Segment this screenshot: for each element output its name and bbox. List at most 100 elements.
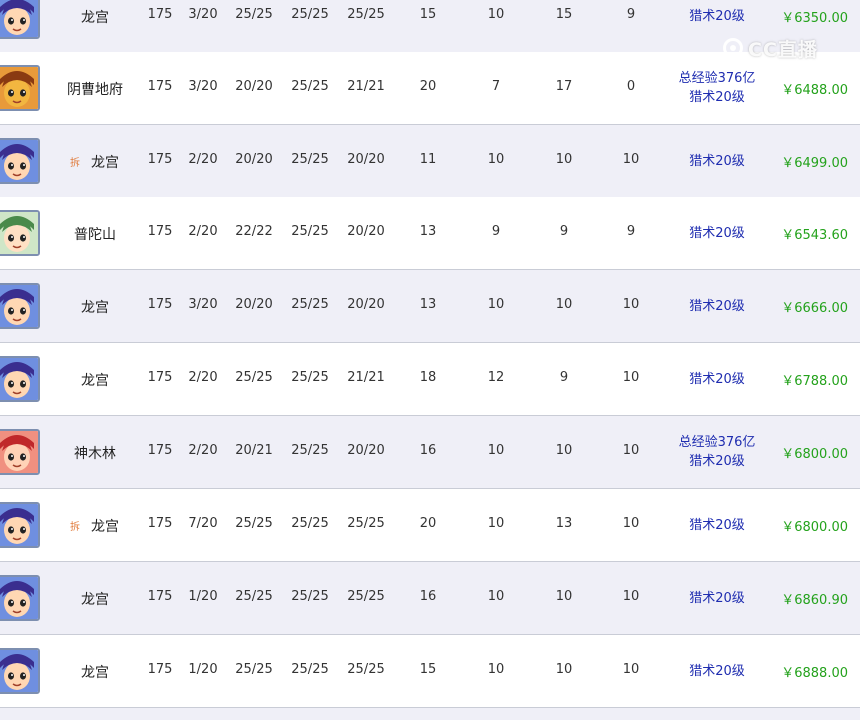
skill-line: 猎术20级 [689, 663, 745, 679]
school-name: 龙宫 [81, 665, 109, 681]
attribute-stat: 0 [626, 79, 636, 94]
listing-row[interactable]: 阴曹地府 175 3/20 20/20 25/25 21/21 20 7 17 0 总经验376亿猎… [0, 52, 860, 125]
attribute-stat: 10 [487, 297, 505, 312]
attribute-stat: 10 [622, 152, 640, 167]
cultivation-stat: 2/20 [188, 224, 218, 239]
cultivation-stat: 20/20 [347, 443, 385, 458]
price[interactable]: ￥6543.60 [781, 224, 848, 243]
skill-info: 总经验376亿 猎术20级 [679, 69, 756, 107]
cultivation-stat: 25/25 [291, 79, 329, 94]
skill-line: 猎术20级 [689, 90, 745, 105]
cultivation-stat: 25/25 [291, 443, 329, 458]
listing-row[interactable]: 拆龙宫 175 7/20 25/25 25/25 25/25 20 10 13 10 猎术20级 ￥6… [0, 489, 860, 562]
dragon-palace-avatar-icon [0, 0, 40, 39]
cultivation-stat: 1/20 [188, 589, 218, 604]
attribute-stat: 10 [622, 662, 640, 677]
attribute-stat: 10 [555, 152, 573, 167]
character-level: 175 [147, 370, 173, 385]
attribute-stat: 10 [622, 370, 640, 385]
dragon-palace-avatar-icon [0, 138, 40, 184]
attribute-stat: 15 [555, 7, 573, 22]
listing-row[interactable]: 神木林 175 2/20 20/21 25/25 20/20 16 10 10 10 总经验376亿… [0, 416, 860, 489]
skill-info: 猎术20级 [689, 224, 745, 243]
cultivation-stat: 25/25 [235, 516, 273, 531]
attribute-stat: 10 [487, 443, 505, 458]
cultivation-stat: 20/20 [235, 297, 273, 312]
skill-line: 猎术20级 [689, 454, 745, 469]
price[interactable]: ￥6800.00 [781, 443, 848, 462]
attribute-stat: 10 [487, 516, 505, 531]
cultivation-stat: 25/25 [291, 224, 329, 239]
listing-row[interactable]: 拆龙宫 175 2/20 20/20 25/25 20/20 11 10 10 10 猎术20级 ￥6… [0, 125, 860, 198]
price[interactable]: ￥6350.00 [781, 7, 848, 26]
skill-line: 总经验376亿 [678, 435, 756, 450]
price[interactable]: ￥6800.00 [781, 516, 848, 535]
price[interactable]: ￥6860.90 [781, 589, 848, 608]
attribute-stat: 10 [622, 589, 640, 604]
price[interactable]: ￥6788.00 [781, 370, 848, 389]
cultivation-stat: 25/25 [291, 297, 329, 312]
watermark: CC直播 [722, 34, 834, 62]
skill-line: 猎术20级 [689, 371, 745, 387]
attribute-stat: 15 [419, 662, 437, 677]
attribute-stat: 10 [555, 297, 573, 312]
underworld-avatar-icon [0, 65, 40, 111]
cultivation-stat: 25/25 [235, 589, 273, 604]
split-tag-badge: 拆 [70, 522, 80, 533]
attribute-stat: 9 [559, 370, 569, 385]
skill-line: 总经验376亿 [678, 71, 756, 86]
price[interactable]: ￥6499.00 [781, 152, 848, 171]
price[interactable]: ￥6888.00 [781, 662, 848, 681]
attribute-stat: 7 [491, 79, 501, 94]
dragon-palace-avatar-icon [0, 283, 40, 329]
attribute-stat: 13 [555, 516, 573, 531]
attribute-stat: 13 [419, 297, 437, 312]
dragon-palace-avatar-icon [0, 648, 40, 694]
price[interactable]: ￥6488.00 [781, 79, 848, 98]
school-name: 龙宫 [91, 519, 119, 535]
skill-info: 猎术20级 [689, 297, 745, 316]
cultivation-stat: 2/20 [188, 152, 218, 167]
character-level: 175 [147, 224, 173, 239]
listing-row[interactable]: 龙宫 175 1/20 25/25 25/25 25/25 16 10 10 10 猎术20级 ￥68… [0, 562, 860, 635]
price[interactable]: ￥6666.00 [781, 297, 848, 316]
attribute-stat: 10 [622, 297, 640, 312]
cultivation-stat: 25/25 [291, 662, 329, 677]
cultivation-stat: 20/20 [235, 152, 273, 167]
skill-info: 总经验376亿 猎术20级 [679, 433, 756, 471]
cultivation-stat: 25/25 [291, 152, 329, 167]
listing-page: 龙宫 175 3/20 25/25 25/25 25/25 15 10 15 9 猎术20级 ￥635… [0, 0, 860, 720]
attribute-stat: 20 [419, 79, 437, 94]
cc-live-logo-icon [723, 38, 743, 58]
school-name: 龙宫 [81, 300, 109, 316]
cultivation-stat: 25/25 [235, 370, 273, 385]
cultivation-stat: 25/25 [347, 516, 385, 531]
school-name: 神木林 [74, 446, 116, 462]
listing-row[interactable]: 龙宫 175 1/20 25/25 25/25 25/25 15 10 10 10 猎术20级 ￥68… [0, 635, 860, 708]
cultivation-stat: 25/25 [291, 589, 329, 604]
cultivation-stat: 7/20 [188, 516, 218, 531]
cultivation-stat: 25/25 [347, 7, 385, 22]
listing-row[interactable]: 龙宫 175 3/20 20/20 25/25 20/20 13 10 10 10 猎术20级 ￥66… [0, 270, 860, 343]
listing-row[interactable]: 普陀山 175 2/20 22/22 25/25 20/20 13 9 9 9 猎术20级 ￥6543… [0, 197, 860, 270]
cultivation-stat: 2/20 [188, 370, 218, 385]
attribute-stat: 13 [419, 224, 437, 239]
dragon-palace-avatar-icon [0, 502, 40, 548]
skill-info: 猎术20级 [689, 662, 745, 681]
cultivation-stat: 20/20 [347, 224, 385, 239]
attribute-stat: 10 [487, 152, 505, 167]
split-tag-badge: 拆 [70, 158, 80, 169]
character-level: 175 [147, 443, 173, 458]
skill-line: 猎术20级 [689, 590, 745, 606]
attribute-stat: 18 [419, 370, 437, 385]
attribute-stat: 10 [487, 7, 505, 22]
school-name: 龙宫 [81, 373, 109, 389]
school-name: 龙宫 [81, 592, 109, 608]
next-row-partial [0, 708, 860, 720]
cultivation-stat: 3/20 [188, 7, 218, 22]
cultivation-stat: 2/20 [188, 443, 218, 458]
attribute-stat: 9 [559, 224, 569, 239]
character-level: 175 [147, 297, 173, 312]
listing-row[interactable]: 龙宫 175 2/20 25/25 25/25 21/21 18 12 9 10 猎术20级 ￥678… [0, 343, 860, 416]
cultivation-stat: 22/22 [235, 224, 273, 239]
